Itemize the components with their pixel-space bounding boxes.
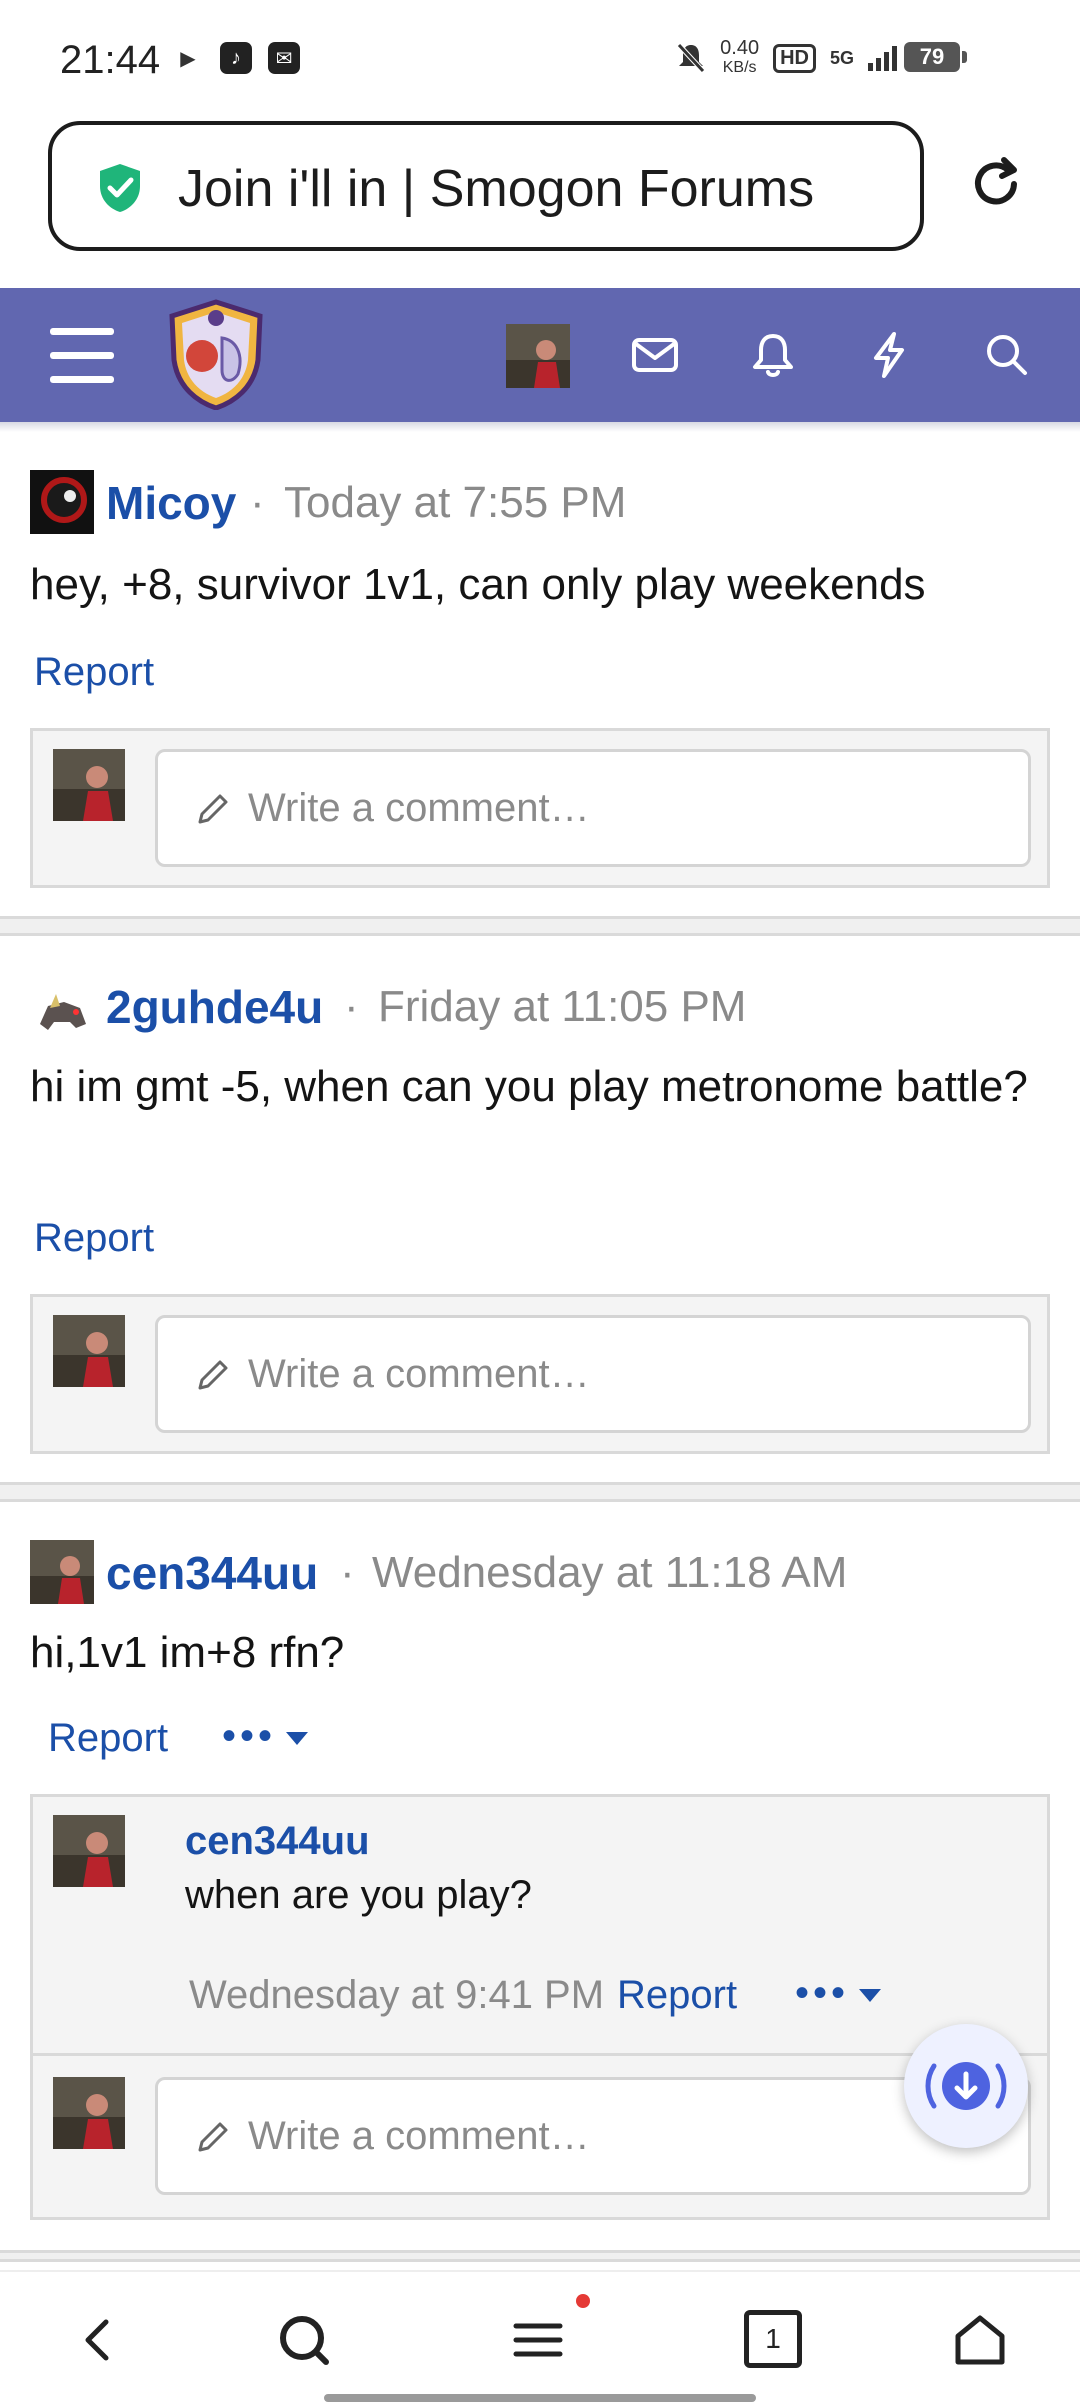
pencil-icon — [198, 2122, 228, 2152]
network-type: 5G — [829, 47, 854, 68]
meta-separator: · — [344, 982, 359, 1031]
reply-report-link[interactable]: Report — [617, 1973, 737, 2018]
address-bar[interactable]: Join i'll in | Smogon Forums — [48, 121, 924, 251]
meta-separator: · — [340, 1548, 355, 1597]
comment-input[interactable]: Write a comment… — [155, 1315, 1031, 1433]
mail-app-icon: ✉ — [268, 42, 300, 74]
caret-down-icon — [286, 1731, 309, 1745]
reply-text: when are you play? — [185, 1873, 532, 1917]
browser-bottom-nav: 1 — [0, 2270, 1080, 2408]
signal-strength-icon — [868, 45, 897, 71]
comment-input[interactable]: Write a comment… — [155, 749, 1031, 867]
network-speed: 0.40 KB/s — [720, 37, 760, 76]
post-timestamp[interactable]: Wednesday at 11:18 AM — [372, 1548, 847, 1598]
thread-divider — [33, 2053, 1047, 2056]
search-icon[interactable] — [978, 326, 1036, 384]
post-timestamp[interactable]: Today at 7:55 PM — [284, 478, 626, 528]
gesture-bar — [324, 2394, 756, 2402]
post-username[interactable]: cen344uu — [106, 1546, 318, 1600]
notification-dot — [576, 2294, 590, 2308]
site-header — [0, 288, 1080, 432]
post-avatar[interactable] — [30, 1540, 94, 1604]
post-body: hi im gmt -5, when can you play metronom… — [30, 1062, 1028, 1111]
commenter-avatar — [53, 1315, 125, 1387]
reply-timestamp[interactable]: Wednesday at 9:41 PM — [189, 1973, 604, 2018]
mute-icon — [677, 43, 705, 73]
status-bar: 21:44 ▶ ♪ ✉ 0.40 KB/s HD 5G 79 — [0, 0, 1080, 120]
hd-badge: HD — [773, 43, 816, 73]
floating-download-button[interactable] — [904, 2024, 1028, 2148]
post-username[interactable]: Micoy — [106, 476, 236, 530]
report-link[interactable]: Report — [48, 1716, 168, 1761]
caret-down-icon — [859, 1988, 882, 2002]
comment-input[interactable]: Write a comment… — [155, 2077, 1031, 2195]
tab-count: 1 — [765, 2323, 781, 2354]
secure-shield-icon — [100, 164, 140, 212]
more-options-menu[interactable]: ••• — [222, 1714, 309, 1759]
comment-box: Write a comment… — [30, 1294, 1050, 1454]
comment-box: Write a comment… — [30, 728, 1050, 888]
play-store-icon: ▶ — [180, 47, 196, 70]
battery-icon: 79 — [904, 42, 967, 72]
status-time: 21:44 — [60, 38, 161, 82]
reload-icon[interactable] — [964, 152, 1028, 216]
report-link[interactable]: Report — [34, 1216, 154, 1261]
report-link[interactable]: Report — [34, 650, 154, 695]
comment-thread: cen344uu when are you play? Wednesday at… — [30, 1794, 1050, 2220]
page-title: Join i'll in | Smogon Forums — [178, 160, 815, 218]
post-avatar[interactable] — [30, 470, 94, 534]
meta-separator: · — [250, 478, 265, 527]
tabs-button[interactable]: 1 — [744, 2310, 802, 2368]
comment-placeholder: Write a comment… — [248, 2114, 590, 2158]
status-right: 0.40 KB/s HD 5G — [676, 38, 940, 78]
comment-placeholder: Write a comment… — [248, 1352, 590, 1396]
pencil-icon — [198, 1360, 228, 1390]
notification-icons: ▶ ♪ ✉ — [172, 42, 300, 74]
back-icon[interactable] — [68, 2308, 132, 2372]
commenter-avatar — [53, 749, 125, 821]
post-divider — [0, 916, 1080, 936]
post-avatar[interactable] — [30, 984, 94, 1048]
search-icon[interactable] — [272, 2308, 336, 2372]
menu-icon[interactable] — [506, 2308, 570, 2372]
post-username[interactable]: 2guhde4u — [106, 980, 323, 1034]
smogon-logo[interactable] — [166, 298, 266, 410]
download-broadcast-icon — [925, 2062, 1007, 2110]
post-body: hi,1v1 im+8 rfn? — [30, 1628, 345, 1677]
reply-username[interactable]: cen344uu — [185, 1819, 370, 1864]
user-avatar[interactable] — [506, 324, 570, 388]
home-icon[interactable] — [948, 2308, 1012, 2372]
header-shadow — [0, 422, 1080, 432]
pencil-icon — [198, 794, 228, 824]
inbox-icon[interactable] — [626, 326, 684, 384]
menu-icon[interactable] — [50, 328, 114, 384]
bell-icon[interactable] — [744, 326, 802, 384]
whats-new-bolt-icon[interactable] — [860, 326, 918, 384]
post-divider — [0, 1482, 1080, 1502]
post-divider — [0, 2250, 1080, 2262]
comment-placeholder: Write a comment… — [248, 786, 590, 830]
reply-more-options-menu[interactable]: ••• — [795, 1971, 882, 2016]
tiktok-icon: ♪ — [220, 42, 252, 74]
post-body: hey, +8, survivor 1v1, can only play wee… — [30, 560, 926, 609]
reply-avatar[interactable] — [53, 1815, 125, 1887]
post-timestamp[interactable]: Friday at 11:05 PM — [378, 982, 746, 1032]
commenter-avatar — [53, 2077, 125, 2149]
